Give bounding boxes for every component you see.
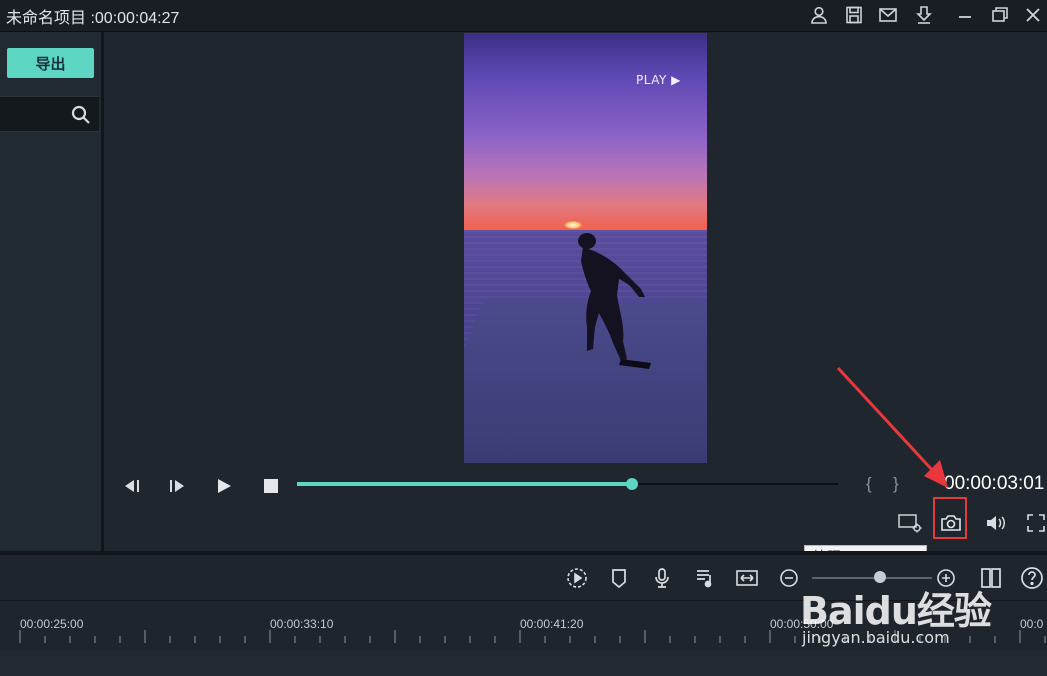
video-overlay-text: PLAY ▶ bbox=[636, 73, 681, 87]
annotation-arrow bbox=[836, 366, 948, 488]
save-icon[interactable] bbox=[841, 3, 867, 27]
prev-frame-icon bbox=[125, 480, 139, 492]
app-title: 未命名项目 :00:00:04:27 bbox=[6, 10, 180, 27]
ruler-label: 00:00:33:10 bbox=[270, 617, 334, 631]
ruler-label: 00:00:25:00 bbox=[20, 617, 84, 631]
skater-silhouette bbox=[578, 233, 651, 369]
progress-handle[interactable] bbox=[626, 478, 638, 490]
next-frame-icon bbox=[170, 480, 184, 492]
progress-fill bbox=[297, 482, 632, 486]
restore-icon[interactable] bbox=[987, 3, 1013, 27]
volume-icon bbox=[987, 516, 1005, 530]
fullscreen-icon bbox=[1026, 514, 1045, 532]
snapshot-highlight-box bbox=[933, 497, 967, 539]
microphone-icon bbox=[655, 568, 669, 588]
user-icon[interactable] bbox=[806, 3, 832, 27]
search-icon[interactable] bbox=[70, 104, 92, 126]
fit-timeline-button[interactable] bbox=[734, 566, 760, 590]
ruler-label: 00:00:41:20 bbox=[520, 617, 584, 631]
zoom-slider[interactable] bbox=[812, 577, 932, 579]
baidu-watermark: Baidu经验 jingyan.baidu.com bbox=[800, 580, 1030, 660]
audio-mixer-button[interactable] bbox=[692, 566, 718, 590]
watermark-url: jingyan.baidu.com bbox=[802, 628, 950, 647]
stop-button[interactable] bbox=[259, 476, 283, 496]
display-settings-button[interactable] bbox=[896, 510, 924, 536]
close-icon[interactable] bbox=[1020, 3, 1046, 27]
play-button[interactable] bbox=[212, 476, 236, 496]
prev-frame-button[interactable] bbox=[120, 476, 144, 496]
minimize-icon[interactable] bbox=[952, 3, 978, 27]
volume-button[interactable] bbox=[982, 510, 1010, 536]
render-preview-icon bbox=[567, 568, 587, 588]
mail-icon[interactable] bbox=[875, 3, 901, 27]
render-preview-button[interactable] bbox=[564, 566, 590, 590]
display-settings-icon bbox=[898, 514, 922, 533]
marker-icon bbox=[612, 569, 626, 589]
voiceover-button[interactable] bbox=[649, 566, 675, 590]
fit-timeline-icon bbox=[736, 570, 758, 586]
zoom-out-icon bbox=[780, 569, 798, 587]
video-preview: PLAY ▶ bbox=[464, 33, 707, 463]
watermark-logo: Baidu经验 bbox=[800, 589, 992, 633]
play-icon bbox=[218, 479, 231, 493]
zoom-out-button[interactable] bbox=[776, 566, 802, 590]
download-icon[interactable] bbox=[911, 3, 937, 27]
fullscreen-button[interactable] bbox=[1024, 510, 1047, 536]
video-sun bbox=[564, 221, 582, 229]
audio-mixer-icon bbox=[697, 570, 712, 588]
search-input[interactable] bbox=[4, 102, 68, 126]
marker-button[interactable] bbox=[606, 566, 632, 590]
export-button[interactable]: 导出 bbox=[7, 48, 94, 78]
stop-icon bbox=[264, 479, 278, 493]
next-frame-button[interactable] bbox=[165, 476, 189, 496]
